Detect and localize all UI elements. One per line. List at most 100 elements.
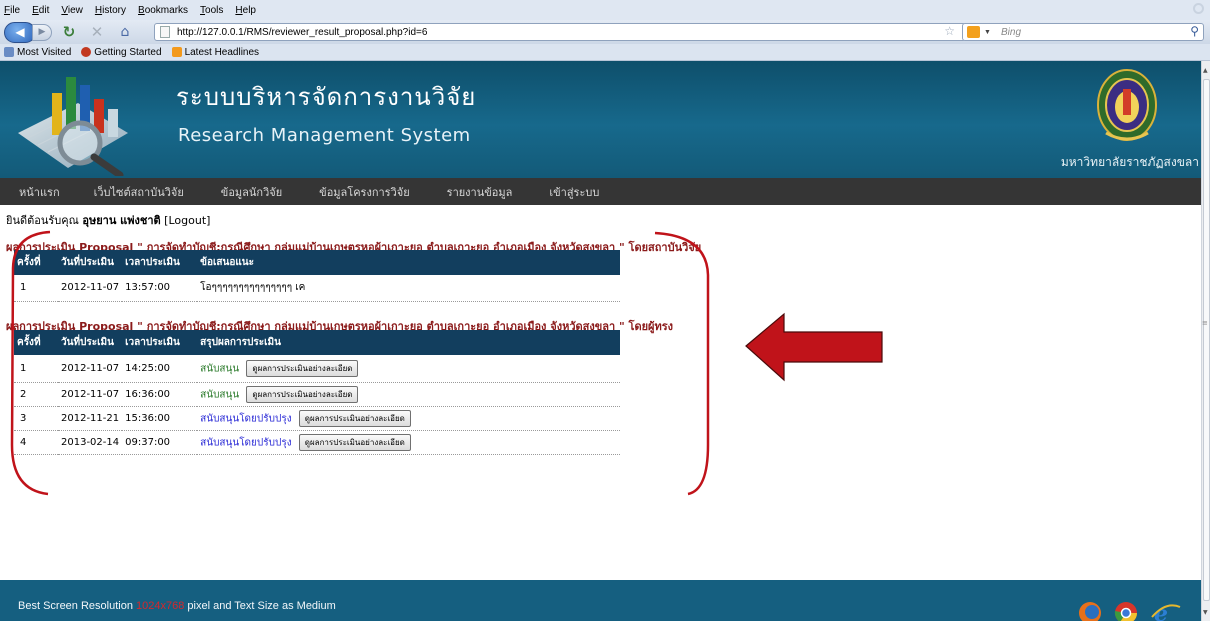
col-round: ครั้งที่ — [14, 330, 58, 355]
firefox-icon — [81, 47, 92, 57]
vertical-scrollbar[interactable]: ▲ ≡ ▼ — [1201, 61, 1210, 621]
user-name: อุษยาน แพ่งชาติ — [82, 214, 161, 227]
result-text: สนับสนุน — [200, 363, 240, 375]
result-text: สนับสนุนโดยปรับปรุง — [200, 413, 292, 424]
search-placeholder: Bing — [1001, 26, 1022, 38]
table-row: 3 2012-11-21 15:36:00 สนับสนุนโดยปรับปรุ… — [14, 406, 620, 431]
ie-logo-icon: e — [1151, 601, 1181, 621]
forward-button[interactable]: ▶ — [32, 23, 52, 41]
menu-edit[interactable]: Edit — [32, 5, 49, 16]
bookmark-star-icon[interactable]: ☆ — [944, 24, 955, 38]
cell-date: 2013-02-14 — [58, 430, 123, 455]
bookmark-label: Latest Headlines — [184, 46, 260, 58]
table-row: 1 2012-11-07 14:25:00 สนับสนุน ดูผลการปร… — [14, 355, 620, 383]
cell-round: 1 — [14, 355, 58, 383]
menu-bookmarks[interactable]: Bookmarks — [138, 5, 188, 16]
cell-round: 4 — [14, 430, 58, 455]
table-header-row: ครั้งที่ วันที่ประเมิน เวลาประเมิน สรุปผ… — [14, 330, 620, 355]
institute-result-table: ครั้งที่ วันที่ประเมิน เวลาประเมิน ข้อเส… — [14, 250, 620, 302]
svg-text:e: e — [1154, 601, 1168, 621]
cell-time: 09:37:00 — [122, 430, 198, 455]
site-main-nav: หน้าแรก เว็บไซต์สถาบันวิจัย ข้อมูลนักวิจ… — [0, 178, 1201, 205]
forward-arrow-icon: ▶ — [38, 27, 46, 37]
search-box[interactable]: ▼ Bing ⚲ — [962, 23, 1204, 41]
cell-comment: โอๆๆๆๆๆๆๆๆๆๆๆๆๆๆๆ เค — [197, 275, 620, 302]
footer-text-before: Best Screen Resolution — [18, 600, 133, 612]
menu-file[interactable]: File — [4, 5, 20, 16]
scroll-down-icon[interactable]: ▼ — [1203, 609, 1208, 616]
bookmark-getting-started[interactable]: Getting Started — [81, 46, 162, 58]
table-header-row: ครั้งที่ วันที่ประเมิน เวลาประเมิน ข้อเส… — [14, 250, 620, 275]
menu-help[interactable]: Help — [235, 5, 256, 16]
back-arrow-icon: ◀ — [15, 25, 25, 39]
browser-logos: e — [1079, 601, 1181, 621]
footer-text-after: pixel and Text Size as Medium — [187, 600, 336, 612]
cell-date: 2012-11-07 — [58, 275, 123, 302]
university-seal-icon — [1097, 69, 1157, 141]
col-date: วันที่ประเมิน — [58, 250, 123, 275]
col-summary: สรุปผลการประเมิน — [197, 330, 620, 355]
result-text: สนับสนุนโดยปรับปรุง — [200, 437, 292, 448]
url-bar[interactable]: http://127.0.0.1/RMS/reviewer_result_pro… — [154, 23, 966, 41]
cell-date: 2012-11-07 — [58, 382, 123, 407]
cell-result: สนับสนุน ดูผลการประเมินอย่างละเอียด — [197, 382, 620, 407]
cell-time: 14:25:00 — [122, 355, 198, 383]
scroll-up-icon[interactable]: ▲ — [1203, 67, 1208, 74]
welcome-line: ยินดีต้อนรับคุณ อุษยาน แพ่งชาติ [Logout] — [6, 211, 210, 229]
view-detail-button[interactable]: ดูผลการประเมินอย่างละเอียด — [246, 359, 359, 377]
footer-resolution: 1024x768 — [136, 600, 185, 612]
cell-round: 3 — [14, 406, 58, 431]
nav-researcher-data[interactable]: ข้อมูลนักวิจัย — [221, 183, 282, 201]
table-row: 2 2012-11-07 16:36:00 สนับสนุน ดูผลการปร… — [14, 382, 620, 407]
welcome-prefix: ยินดีต้อนรับคุณ — [6, 214, 79, 227]
home-icon[interactable]: ⌂ — [114, 22, 136, 42]
nav-reports[interactable]: รายงานข้อมูล — [447, 183, 513, 201]
col-comment: ข้อเสนอแนะ — [197, 250, 620, 275]
chrome-logo-icon — [1114, 602, 1137, 621]
scrollbar-thumb[interactable] — [1203, 79, 1210, 601]
result-text: สนับสนุน — [200, 389, 240, 400]
table-row: 4 2013-02-14 09:37:00 สนับสนุนโดยปรับปรุ… — [14, 430, 620, 455]
bookmark-most-visited[interactable]: Most Visited — [4, 47, 71, 58]
col-round: ครั้งที่ — [14, 250, 58, 275]
reload-icon[interactable]: ↻ — [58, 22, 80, 42]
nav-login[interactable]: เข้าสู่ระบบ — [549, 183, 599, 201]
view-detail-button[interactable]: ดูผลการประเมินอย่างละเอียด — [246, 385, 359, 403]
view-detail-button[interactable]: ดูผลการประเมินอย่างละเอียด — [298, 409, 411, 427]
research-chart-logo-icon — [18, 77, 128, 176]
annotation-arrow-icon — [745, 312, 883, 382]
page-icon — [160, 26, 170, 38]
annotation-bracket-right — [654, 231, 710, 496]
cell-time: 13:57:00 — [122, 275, 198, 302]
site-title-thai: ระบบบริหารจัดการงานวิจัย — [176, 83, 477, 111]
cell-time: 16:36:00 — [122, 382, 198, 407]
bookmarks-toolbar: Most Visited Getting Started Latest Head… — [0, 44, 1210, 61]
bing-icon[interactable] — [967, 26, 980, 38]
nav-project-data[interactable]: ข้อมูลโครงการวิจัย — [319, 183, 409, 201]
bookmark-label: Getting Started — [94, 46, 162, 58]
browser-menubar: File Edit View History Bookmarks Tools H… — [0, 0, 1210, 20]
cell-round: 2 — [14, 382, 58, 407]
logout-link[interactable]: [Logout] — [164, 214, 210, 227]
view-detail-button[interactable]: ดูผลการประเมินอย่างละเอียด — [298, 433, 411, 451]
menu-tools[interactable]: Tools — [200, 5, 223, 16]
bookmark-label: Most Visited — [17, 46, 72, 58]
table-row: 1 2012-11-07 13:57:00 โอๆๆๆๆๆๆๆๆๆๆๆๆๆๆๆ … — [14, 275, 620, 302]
firefox-logo-icon — [1079, 602, 1101, 621]
cell-time: 15:36:00 — [122, 406, 198, 431]
site-title-english: Research Management System — [178, 125, 471, 146]
search-icon[interactable]: ⚲ — [1190, 24, 1199, 38]
search-engine-dropdown-icon[interactable]: ▼ — [984, 29, 991, 36]
university-name: มหาวิทยาลัยราชภัฏสงขลา — [1060, 155, 1199, 169]
cell-result: สนับสนุนโดยปรับปรุง ดูผลการประเมินอย่างล… — [197, 430, 620, 455]
expert-result-table: ครั้งที่ วันที่ประเมิน เวลาประเมิน สรุปผ… — [14, 330, 620, 455]
menu-view[interactable]: View — [61, 5, 83, 16]
throbber-icon — [1193, 3, 1204, 14]
rss-feed-icon — [171, 47, 182, 57]
nav-home[interactable]: หน้าแรก — [19, 183, 60, 201]
nav-institute-website[interactable]: เว็บไซต์สถาบันวิจัย — [94, 183, 184, 201]
browser-navbar: ◀ ▶ ↻ ✕ ⌂ http://127.0.0.1/RMS/reviewer_… — [0, 20, 1210, 44]
menu-history[interactable]: History — [95, 5, 126, 16]
bookmark-latest-headlines[interactable]: Latest Headlines — [171, 46, 260, 58]
stop-icon[interactable]: ✕ — [86, 22, 108, 42]
